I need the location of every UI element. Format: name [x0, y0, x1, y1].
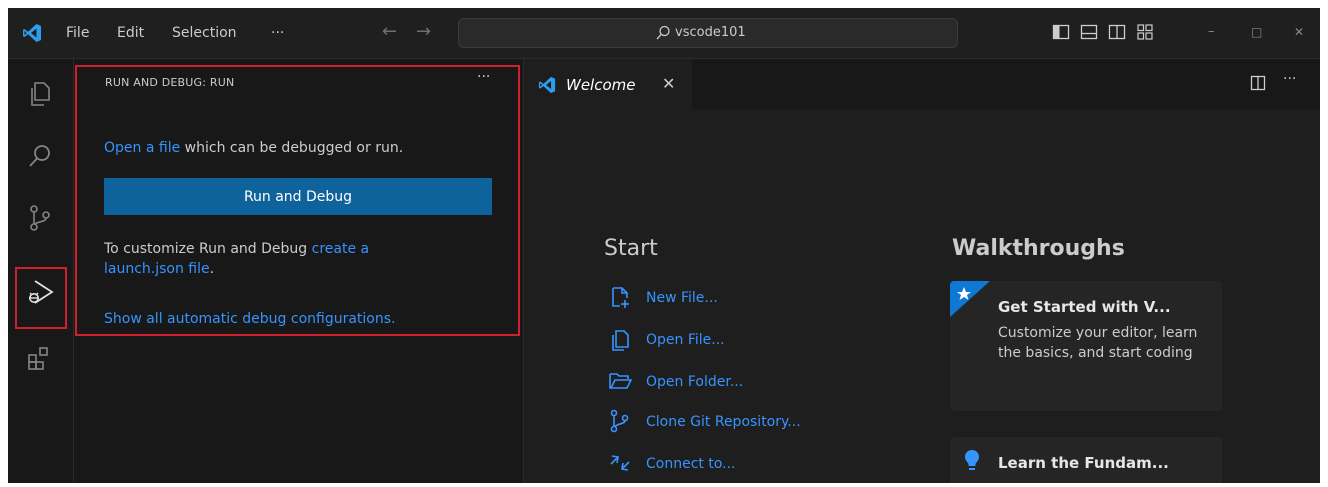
source-control-icon: [610, 409, 629, 433]
connect-to-link[interactable]: Connect to...: [646, 454, 736, 474]
open-folder-icon: [609, 373, 632, 389]
forward-arrow-icon[interactable]: →: [416, 21, 431, 43]
card-title: Learn the Fundam...: [998, 454, 1169, 472]
toggle-panel-icon[interactable]: [1080, 23, 1098, 41]
clone-git-repository-link[interactable]: Clone Git Repository...: [646, 412, 801, 432]
split-editor-icon[interactable]: [1250, 75, 1266, 91]
star-badge-icon: [950, 281, 990, 317]
menu-more[interactable]: ···: [271, 23, 284, 43]
vscode-window: File Edit Selection ··· ← → vscode101 – …: [8, 8, 1320, 483]
open-folder-link[interactable]: Open Folder...: [646, 372, 743, 392]
title-bar: File Edit Selection ··· ← → vscode101 – …: [8, 8, 1320, 59]
close-window-button[interactable]: ✕: [1294, 22, 1304, 42]
welcome-page: Start New File... Open File... Open Fold…: [524, 109, 1320, 483]
customize-layout-icon[interactable]: [1136, 23, 1154, 41]
open-file-link[interactable]: Open File...: [646, 330, 725, 350]
lightbulb-icon: [965, 450, 979, 470]
menu-edit[interactable]: Edit: [117, 23, 144, 43]
back-arrow-icon[interactable]: ←: [382, 21, 397, 43]
run-debug-sidebar: RUN AND DEBUG: RUN ··· Open a file which…: [74, 59, 524, 483]
new-file-icon: [612, 287, 629, 308]
toggle-secondary-sidebar-icon[interactable]: [1108, 23, 1126, 41]
restore-button[interactable]: □: [1251, 22, 1262, 42]
sidebar-highlight: [75, 65, 520, 336]
start-heading: Start: [604, 236, 658, 261]
search-icon[interactable]: [25, 141, 55, 171]
menu-selection[interactable]: Selection: [172, 23, 237, 43]
walkthrough-card-get-started[interactable]: Get Started with V... Customize your edi…: [950, 281, 1222, 411]
toggle-primary-sidebar-icon[interactable]: [1052, 23, 1070, 41]
editor-more-icon[interactable]: ···: [1283, 71, 1296, 87]
search-icon: [656, 25, 670, 40]
tab-close-icon[interactable]: ✕: [662, 74, 675, 94]
search-text: vscode101: [675, 25, 746, 40]
walkthrough-card-fundamentals[interactable]: Learn the Fundam...: [950, 437, 1222, 483]
extensions-icon[interactable]: [25, 343, 55, 373]
open-file-icon: [612, 330, 629, 351]
editor-tabs: Welcome ✕ ···: [524, 59, 1320, 109]
menu-file[interactable]: File: [66, 23, 89, 43]
vscode-logo-icon: [538, 76, 556, 94]
source-control-icon[interactable]: [25, 203, 55, 233]
tab-label: Welcome: [566, 76, 636, 94]
walkthroughs-heading: Walkthroughs: [952, 236, 1125, 261]
activity-bar: [8, 59, 74, 483]
new-file-link[interactable]: New File...: [646, 288, 718, 308]
command-center-search[interactable]: vscode101: [458, 18, 958, 48]
minimize-button[interactable]: –: [1208, 22, 1215, 42]
card-description: Customize your editor, learn the basics,…: [998, 325, 1198, 361]
tab-welcome[interactable]: Welcome ✕: [524, 59, 692, 109]
card-title: Get Started with V...: [998, 298, 1171, 316]
run-debug-highlight: [15, 267, 67, 329]
explorer-icon[interactable]: [25, 79, 55, 109]
vscode-logo-icon: [23, 24, 41, 42]
remote-connect-icon: [610, 455, 630, 471]
